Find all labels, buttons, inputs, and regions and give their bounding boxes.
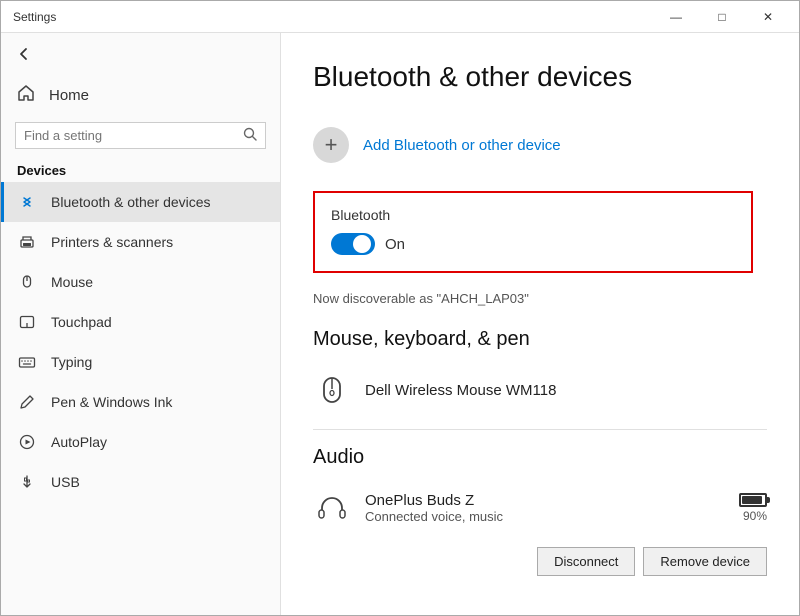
usb-icon xyxy=(17,472,37,492)
settings-window: Settings — □ ✕ xyxy=(0,0,800,616)
mouse-device-name: Dell Wireless Mouse WM118 xyxy=(365,382,556,399)
sidebar-section-label: Devices xyxy=(1,157,280,182)
close-button[interactable]: ✕ xyxy=(745,1,791,33)
sidebar-item-touchpad[interactable]: Touchpad xyxy=(1,302,280,342)
mouse-device-item: Dell Wireless Mouse WM118 xyxy=(313,365,767,415)
audio-item-row: OnePlus Buds Z Connected voice, music 90… xyxy=(313,489,767,527)
disconnect-button[interactable]: Disconnect xyxy=(537,547,635,576)
battery-percentage: 90% xyxy=(743,509,767,523)
search-input[interactable] xyxy=(24,128,237,143)
battery-fill xyxy=(742,496,762,504)
sidebar-item-label-bluetooth: Bluetooth & other devices xyxy=(51,194,211,210)
audio-device-item: OnePlus Buds Z Connected voice, music 90… xyxy=(313,483,767,533)
titlebar-title: Settings xyxy=(13,10,56,24)
battery-section: 90% xyxy=(739,493,767,523)
search-box[interactable] xyxy=(15,122,266,149)
battery-icon xyxy=(739,493,767,507)
sidebar-item-pen[interactable]: Pen & Windows Ink xyxy=(1,382,280,422)
sidebar-item-typing[interactable]: Typing xyxy=(1,342,280,382)
content-area: Home Devices Bluetoo xyxy=(1,33,799,615)
bluetooth-label: Bluetooth xyxy=(331,207,735,223)
add-device-button[interactable]: + Add Bluetooth or other device xyxy=(313,117,767,173)
audio-group-title: Audio xyxy=(313,446,767,469)
audio-device-name: OnePlus Buds Z xyxy=(365,492,725,509)
sidebar-item-label-usb: USB xyxy=(51,474,80,490)
titlebar: Settings — □ ✕ xyxy=(1,1,799,33)
toggle-row: On xyxy=(331,233,735,255)
sidebar-item-label-autoplay: AutoPlay xyxy=(51,434,107,450)
bluetooth-toggle[interactable] xyxy=(331,233,375,255)
remove-device-button[interactable]: Remove device xyxy=(643,547,767,576)
action-buttons: Disconnect Remove device xyxy=(313,547,767,576)
plus-icon: + xyxy=(313,127,349,163)
typing-icon xyxy=(17,352,37,372)
sidebar-item-mouse[interactable]: Mouse xyxy=(1,262,280,302)
sidebar-item-label-printers: Printers & scanners xyxy=(51,234,173,250)
sidebar: Home Devices Bluetoo xyxy=(1,33,281,615)
sidebar-item-home[interactable]: Home xyxy=(1,74,280,116)
toggle-state-label: On xyxy=(385,236,405,253)
touchpad-icon xyxy=(17,312,37,332)
add-device-label: Add Bluetooth or other device xyxy=(363,137,561,154)
maximize-button[interactable]: □ xyxy=(699,1,745,33)
sidebar-item-bluetooth[interactable]: Bluetooth & other devices xyxy=(1,182,280,222)
discoverable-text: Now discoverable as "AHCH_LAP03" xyxy=(313,291,767,306)
titlebar-controls: — □ ✕ xyxy=(653,1,791,33)
minimize-button[interactable]: — xyxy=(653,1,699,33)
sidebar-item-label-pen: Pen & Windows Ink xyxy=(51,394,172,410)
page-title: Bluetooth & other devices xyxy=(313,61,767,93)
headphone-icon xyxy=(313,489,351,527)
mouse-icon xyxy=(17,272,37,292)
home-icon xyxy=(17,84,35,106)
mouse-group-title: Mouse, keyboard, & pen xyxy=(313,328,767,351)
divider xyxy=(313,429,767,430)
back-button[interactable] xyxy=(1,37,280,74)
bluetooth-icon xyxy=(17,192,37,212)
toggle-knob xyxy=(353,235,371,253)
home-label: Home xyxy=(49,87,89,104)
autoplay-icon xyxy=(17,432,37,452)
pen-icon xyxy=(17,392,37,412)
sidebar-item-printers[interactable]: Printers & scanners xyxy=(1,222,280,262)
search-icon xyxy=(243,127,257,144)
sidebar-item-autoplay[interactable]: AutoPlay xyxy=(1,422,280,462)
sidebar-item-usb[interactable]: USB xyxy=(1,462,280,502)
mouse-device-icon xyxy=(313,371,351,409)
printer-icon xyxy=(17,232,37,252)
bluetooth-section: Bluetooth On xyxy=(313,191,753,273)
sidebar-item-label-typing: Typing xyxy=(51,354,92,370)
audio-device-status: Connected voice, music xyxy=(365,509,725,524)
sidebar-item-label-touchpad: Touchpad xyxy=(51,314,112,330)
audio-info: OnePlus Buds Z Connected voice, music xyxy=(365,492,725,524)
sidebar-item-label-mouse: Mouse xyxy=(51,274,93,290)
back-icon xyxy=(17,47,31,64)
main-content: Bluetooth & other devices + Add Bluetoot… xyxy=(281,33,799,615)
